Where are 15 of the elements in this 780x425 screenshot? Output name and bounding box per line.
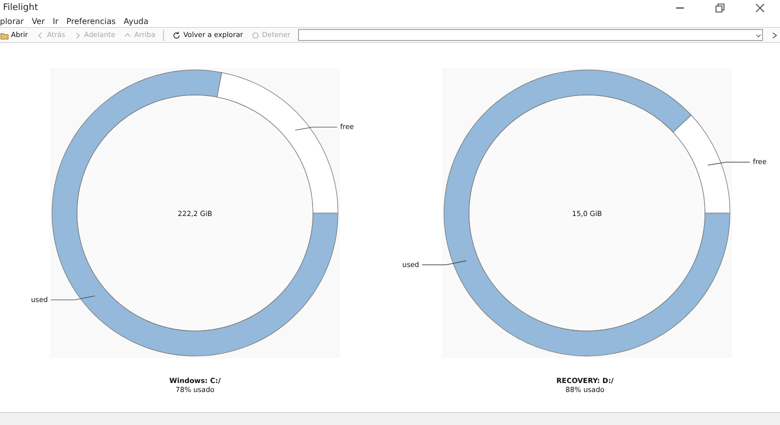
menu-item[interactable]: Ayuda (124, 16, 148, 26)
menu-item[interactable]: Preferencias (66, 16, 116, 26)
window-title: Filelight (3, 2, 40, 12)
up-icon (123, 30, 132, 40)
go-icon[interactable] (771, 30, 780, 40)
restore-icon[interactable] (715, 2, 725, 12)
menu-item[interactable]: plorar (0, 16, 24, 26)
stop-icon (251, 30, 260, 40)
menu-item[interactable]: Ver (32, 16, 45, 26)
location-field[interactable] (298, 29, 763, 41)
refresh-icon (172, 30, 182, 40)
dropdown-icon (755, 32, 762, 38)
folder-icon (0, 30, 9, 40)
menu-item[interactable]: Ir (52, 16, 58, 26)
close-icon[interactable] (755, 2, 765, 12)
